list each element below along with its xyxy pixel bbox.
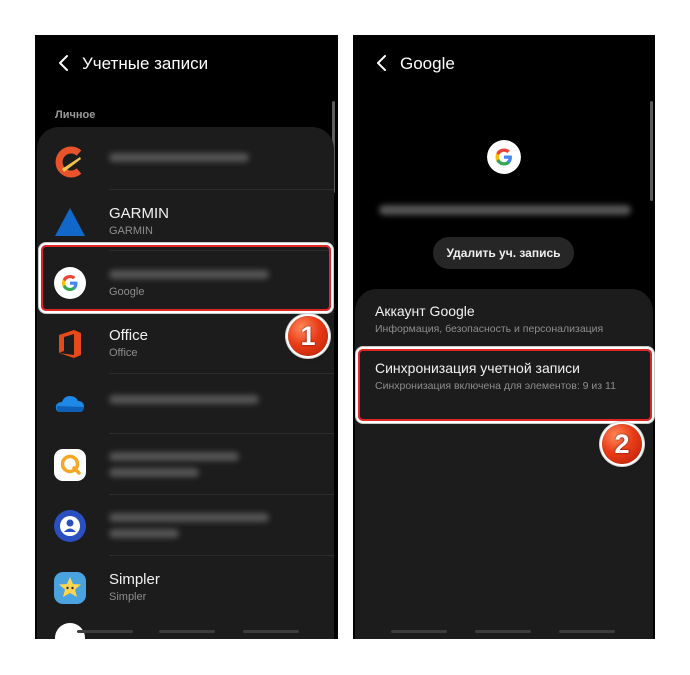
google-header: Google [353, 35, 655, 93]
blurred-account-email [379, 205, 631, 215]
sync-row-highlight [358, 349, 652, 421]
account-row-generic[interactable] [37, 495, 334, 555]
navigation-bar [35, 630, 338, 636]
google-options-list: Аккаунт Google Информация, безопасность … [355, 289, 653, 639]
onedrive-icon [55, 396, 84, 412]
nav-recents-button[interactable] [77, 630, 133, 633]
blurred-account-name [109, 452, 239, 461]
scrollbar[interactable] [650, 101, 653, 201]
nav-recents-button[interactable] [391, 630, 447, 633]
google-account-item[interactable]: Аккаунт Google Информация, безопасность … [355, 289, 653, 345]
account-name: Simpler [109, 571, 160, 588]
account-row-qip[interactable] [37, 434, 334, 494]
divider [109, 555, 334, 556]
blurred-account-name [109, 513, 269, 522]
page-title: Google [400, 54, 455, 73]
page-title: Учетные записи [82, 54, 209, 73]
account-row-simpler[interactable]: Simpler Simpler [37, 557, 334, 617]
nav-home-button[interactable] [159, 630, 215, 633]
back-arrow-icon[interactable] [55, 54, 73, 72]
nav-home-button[interactable] [475, 630, 531, 633]
nav-back-button[interactable] [243, 630, 299, 633]
account-name: GARMIN [109, 205, 169, 222]
accounts-header: Учетные записи [35, 35, 338, 93]
back-arrow-icon[interactable] [373, 54, 391, 72]
accounts-list: GARMIN GARMIN Google Office Office Simpl… [37, 127, 334, 639]
account-row-garmin[interactable]: GARMIN GARMIN [37, 191, 334, 251]
nav-back-button[interactable] [559, 630, 615, 633]
navigation-bar [353, 630, 655, 636]
account-row-onedrive[interactable] [37, 373, 334, 433]
blurred-account-name [109, 153, 249, 162]
account-type: Office [109, 347, 138, 359]
garmin-icon [55, 208, 85, 236]
account-type: Simpler [109, 591, 147, 603]
remove-account-button[interactable]: Удалить уч. запись [433, 237, 574, 269]
google-row-highlight [41, 245, 331, 311]
menu-item-title: Аккаунт Google [375, 303, 475, 319]
menu-item-subtitle: Информация, безопасность и персонализаци… [375, 323, 604, 335]
account-type: GARMIN [109, 225, 153, 237]
qip-icon [54, 449, 86, 481]
simpler-icon [54, 572, 86, 604]
account-row-ccleaner[interactable] [37, 131, 334, 191]
google-account-screen: Google Удалить уч. запись Аккаунт Google… [353, 35, 655, 639]
office-icon [59, 330, 81, 358]
ccleaner-icon [55, 146, 82, 178]
blurred-account-type [109, 529, 179, 538]
callout-badge-2: 2 [602, 424, 642, 464]
blurred-account-name [109, 395, 259, 404]
section-label: Личное [55, 109, 96, 121]
google-logo-icon [487, 140, 521, 174]
callout-badge-1: 1 [288, 316, 328, 356]
account-name: Office [109, 327, 148, 344]
account-icon [54, 510, 86, 542]
divider [109, 189, 334, 190]
blurred-account-type [109, 468, 199, 477]
